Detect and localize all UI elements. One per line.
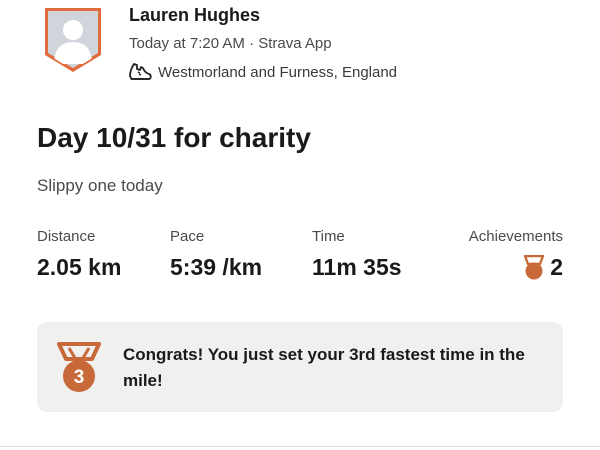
shoe-icon [129, 63, 152, 80]
distance-label: Distance [37, 228, 96, 245]
achievements-label: Achievements [468, 228, 563, 245]
time-value: 11m 35s [312, 254, 402, 280]
avatar[interactable] [42, 6, 104, 74]
achievement-message: Congrats! You just set your 3rd fastest … [123, 345, 525, 390]
time-label: Time [312, 228, 345, 245]
medal-number: 3 [74, 367, 85, 388]
activity-meta: Today at 7:20 AM · Strava App [129, 35, 332, 52]
pace-label: Pace [170, 228, 205, 245]
location-text: Westmorland and Furness, England [158, 63, 398, 81]
achievements-value: 2 [550, 254, 563, 280]
achievement-banner[interactable]: 3 Congrats! You just set your 3rd fastes… [37, 322, 563, 412]
activity-description: Slippy one today [37, 176, 163, 195]
location-row: Westmorland and Furness, England [128, 61, 397, 83]
bronze-medal-icon [524, 254, 545, 279]
achievements-count[interactable]: 2 [522, 254, 563, 281]
activity-title[interactable]: Day 10/31 for charity [37, 122, 311, 154]
bronze-medal-icon: 3 [57, 342, 101, 392]
divider [0, 446, 600, 447]
athlete-name[interactable]: Lauren Hughes [129, 5, 260, 26]
distance-value: 2.05 km [37, 254, 122, 280]
pace-value: 5:39 /km [170, 254, 263, 280]
